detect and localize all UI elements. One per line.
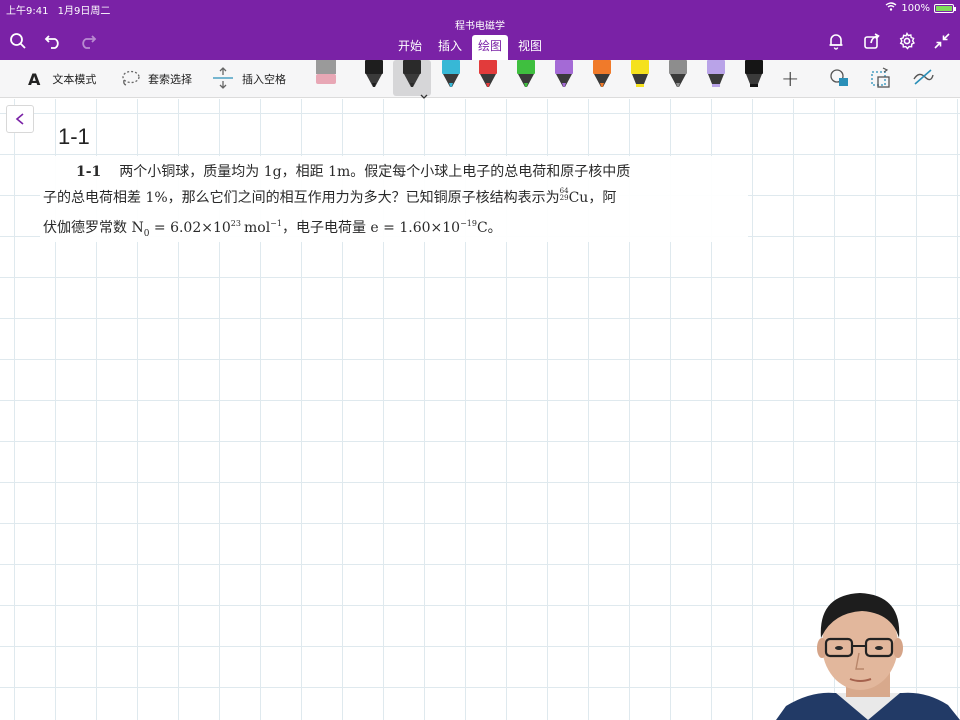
status-date: 1月9日周二 <box>57 6 111 17</box>
purple-pen-icon[interactable] <box>552 60 576 90</box>
presenter-portrait <box>776 593 960 720</box>
shapes-button[interactable] <box>829 60 851 98</box>
gear-icon[interactable] <box>896 30 918 52</box>
gray-pen-icon[interactable] <box>666 60 690 90</box>
isotope-notation: 64 29 <box>559 187 569 202</box>
redo-icon[interactable] <box>77 30 99 52</box>
tab-home[interactable]: 开始 <box>392 35 428 57</box>
search-icon[interactable] <box>7 30 29 52</box>
app-title: 程书电磁学 <box>455 21 505 32</box>
add-icon: + <box>781 66 800 92</box>
black-marker-icon[interactable] <box>742 60 766 90</box>
status-time: 上午9:41 <box>6 6 49 17</box>
battery-icon <box>934 3 956 13</box>
undo-icon[interactable] <box>42 30 64 52</box>
add-pen-button[interactable]: + <box>781 60 799 98</box>
text-mode-label: 文本模式 <box>52 73 97 86</box>
insert-space-icon <box>212 66 234 93</box>
problem-number: 1-1 <box>76 164 102 180</box>
red-pen-icon[interactable] <box>476 60 500 90</box>
ribbon-tabs: 开始 插入 绘图 视图 <box>392 35 548 60</box>
text-mode-icon: A <box>28 69 41 89</box>
status-bar-right: 100% <box>885 2 956 14</box>
orange-pen-icon[interactable] <box>590 60 614 90</box>
tab-insert[interactable]: 插入 <box>432 35 468 57</box>
lasso-icon <box>120 69 140 90</box>
wifi-icon <box>885 2 897 14</box>
problem-line-1: 1-1 两个小铜球，质量均为 1g，相距 1m。假定每个小球上电子的总电荷和原子核… <box>76 164 631 180</box>
bell-icon[interactable] <box>825 30 847 52</box>
problem-text-block: 1-1 两个小铜球，质量均为 1g，相距 1m。假定每个小球上电子的总电荷和原子核… <box>40 156 748 242</box>
problem-line-3: 伏伽德罗常数 N0 = 6.02×1023 mol−1，电子电荷量 e = 1.6… <box>43 219 502 239</box>
insert-space-button[interactable]: 插入空格 <box>212 60 286 98</box>
text-mode-button[interactable]: A 文本模式 <box>28 60 96 98</box>
collapse-icon[interactable] <box>931 30 953 52</box>
share-icon[interactable] <box>861 30 883 52</box>
ink-replay-button[interactable] <box>911 60 935 98</box>
lasso-label: 套索选择 <box>148 73 192 86</box>
tab-draw[interactable]: 绘图 <box>472 35 509 60</box>
green-pen-icon[interactable] <box>514 60 538 90</box>
insert-space-label: 插入空格 <box>242 73 286 86</box>
app-header: 上午9:41 1月9日周二 100% 程书电磁学 开始 插入 绘图 视图 <box>0 0 960 60</box>
lasso-select-button[interactable]: 套索选择 <box>120 60 192 98</box>
yellow-highlighter-icon[interactable] <box>628 60 652 90</box>
lavender-highlighter-icon[interactable] <box>704 60 728 90</box>
problem-line-2: 子的总电荷相差 1%，那么它们之间的相互作用力为多大？已知铜原子核结构表示为64… <box>43 187 617 207</box>
ink-replay-icon <box>911 67 935 92</box>
webcam-video <box>776 583 960 720</box>
ink-to-shape-icon <box>869 66 893 93</box>
shapes-icon <box>829 68 851 91</box>
eraser-icon[interactable] <box>314 60 338 90</box>
black-pen-icon[interactable] <box>362 60 386 90</box>
page-title: 1-1 <box>58 124 90 149</box>
back-button[interactable] <box>6 105 34 133</box>
status-bar-left: 上午9:41 1月9日周二 <box>6 2 116 17</box>
draw-ribbon: A 文本模式 套索选择 插入空格 + <box>0 60 960 99</box>
chevron-left-icon <box>15 113 24 125</box>
ink-to-shape-button[interactable] <box>869 60 893 98</box>
tab-view[interactable]: 视图 <box>512 35 548 57</box>
cyan-pen-icon[interactable] <box>439 60 463 90</box>
battery-percent: 100% <box>901 2 930 14</box>
